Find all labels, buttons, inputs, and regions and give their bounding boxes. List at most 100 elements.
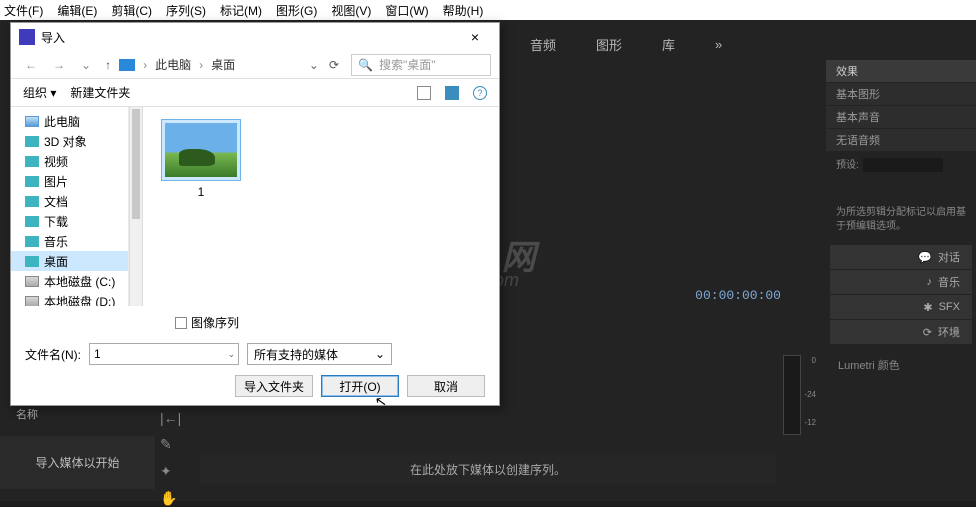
hand-icon[interactable]: ✋: [160, 490, 181, 507]
tree-item[interactable]: 下载: [11, 211, 128, 231]
music-icon: ♪: [927, 276, 933, 288]
tab-ess-sound[interactable]: 基本声音: [826, 106, 976, 128]
scroll-thumb[interactable]: [132, 109, 140, 219]
tree-item-label: 下载: [44, 213, 68, 230]
tab-more[interactable]: »: [715, 37, 722, 52]
open-button[interactable]: 打开(O): [321, 375, 399, 397]
tree-item-label: 3D 对象: [44, 133, 87, 150]
chevron-down-icon[interactable]: ⌄: [227, 349, 235, 360]
timeline-drop-hint[interactable]: 在此处放下媒体以创建序列。: [200, 455, 776, 484]
tool-icon[interactable]: ✦: [160, 463, 181, 480]
project-panel: 名称 导入媒体以开始: [0, 400, 155, 489]
search-input[interactable]: 🔍搜索"桌面": [351, 54, 491, 76]
sfx-icon: ✱: [923, 301, 932, 314]
tree-item[interactable]: 视频: [11, 151, 128, 171]
menu-file[interactable]: 文件(F): [4, 2, 43, 19]
timeline-tools: |←| ✎ ✦ ✋: [160, 410, 181, 507]
menu-help[interactable]: 帮助(H): [443, 2, 484, 19]
menubar[interactable]: 文件(F) 编辑(E) 剪辑(C) 序列(S) 标记(M) 图形(G) 视图(V…: [0, 0, 976, 20]
nav-fwd[interactable]: →: [47, 58, 71, 72]
checkbox-icon[interactable]: [175, 317, 187, 329]
folder-icon: [25, 196, 39, 207]
import-folder-button[interactable]: 导入文件夹: [235, 375, 313, 397]
tree-item-label: 文档: [44, 193, 68, 210]
tree-item[interactable]: 音乐: [11, 231, 128, 251]
tag-music[interactable]: ♪音乐: [830, 270, 972, 294]
menu-view[interactable]: 视图(V): [331, 2, 371, 19]
tab-audio[interactable]: 音频: [530, 35, 556, 54]
tree-item-label: 图片: [44, 173, 68, 190]
meter-tick: -24: [804, 390, 816, 399]
tab-ess-graphics[interactable]: 基本图形: [826, 83, 976, 105]
close-icon[interactable]: ×: [459, 29, 491, 45]
nav-up[interactable]: ↑: [101, 58, 115, 72]
tree-item-label: 桌面: [44, 253, 68, 270]
file-area[interactable]: 1: [143, 107, 499, 306]
view-icon[interactable]: [417, 86, 431, 100]
chevron-down-icon: ⌄: [375, 347, 385, 361]
dialog-nav: ← → ⌄ ↑ › 此电脑 › 桌面 ⌄ ⟳ 🔍搜索"桌面": [11, 51, 499, 79]
drive-icon: [25, 296, 39, 307]
crumb-desktop[interactable]: 桌面: [211, 56, 235, 73]
image-sequence-checkbox[interactable]: 图像序列: [175, 314, 485, 331]
refresh-icon[interactable]: ⟳: [329, 58, 339, 72]
tab-effects[interactable]: 效果: [826, 60, 976, 82]
folder-icon: [25, 216, 39, 227]
chevron-down-icon[interactable]: ⌄: [75, 58, 97, 72]
tree-scrollbar[interactable]: [129, 107, 143, 306]
timecode[interactable]: 00:00:00:00: [695, 288, 781, 303]
tab-graphics[interactable]: 图形: [596, 35, 622, 54]
dialog-toolbar: 组织 ▾ 新建文件夹 ?: [11, 79, 499, 107]
file-label: 1: [155, 185, 247, 199]
insert-icon[interactable]: |←|: [160, 410, 181, 426]
filetype-filter[interactable]: 所有支持的媒体⌄: [247, 343, 392, 365]
lumetri-label[interactable]: Lumetri 颜色: [826, 345, 976, 385]
menu-clip[interactable]: 剪辑(C): [111, 2, 152, 19]
tree-item[interactable]: 3D 对象: [11, 131, 128, 151]
folder-icon: [25, 176, 39, 187]
tree-item[interactable]: 本地磁盘 (D:): [11, 291, 128, 306]
app-icon: [19, 29, 35, 45]
chevron-down-icon[interactable]: ⌄: [309, 58, 319, 72]
panel-message: 为所选剪辑分配标记以启用基于预编辑选项。: [826, 176, 976, 244]
crumb-sep: ›: [143, 58, 147, 72]
tree-item[interactable]: 图片: [11, 171, 128, 191]
folder-tree[interactable]: 此电脑3D 对象视频图片文档下载音乐桌面本地磁盘 (C:)本地磁盘 (D:)本地…: [11, 107, 129, 306]
crumb-sep: ›: [199, 58, 203, 72]
menu-window[interactable]: 窗口(W): [385, 2, 428, 19]
import-drop-hint[interactable]: 导入媒体以开始: [0, 436, 155, 489]
nav-back[interactable]: ←: [19, 58, 43, 72]
ambient-icon: ⟳: [923, 326, 932, 339]
menu-edit[interactable]: 编辑(E): [57, 2, 97, 19]
crumb-pc[interactable]: 此电脑: [155, 56, 191, 73]
tree-item-label: 本地磁盘 (C:): [44, 273, 115, 290]
tag-ambient[interactable]: ⟳环境: [830, 320, 972, 344]
menu-graphics[interactable]: 图形(G): [276, 2, 317, 19]
right-panel: 效果 基本图形 基本声音 无语音频 预设: 为所选剪辑分配标记以启用基于预编辑选…: [826, 60, 976, 385]
tree-item[interactable]: 文档: [11, 191, 128, 211]
filename-input[interactable]: 1⌄: [89, 343, 239, 365]
menu-seq[interactable]: 序列(S): [166, 2, 206, 19]
new-folder-button[interactable]: 新建文件夹: [70, 84, 130, 101]
tree-item[interactable]: 此电脑: [11, 111, 128, 131]
cancel-button[interactable]: 取消: [407, 375, 485, 397]
preset-input[interactable]: [863, 158, 943, 172]
view-mode-icon[interactable]: [445, 86, 459, 100]
tag-sfx[interactable]: ✱SFX: [830, 295, 972, 319]
organize-menu[interactable]: 组织 ▾: [23, 84, 56, 101]
tab-library[interactable]: 库: [662, 35, 675, 54]
folder-icon: [119, 59, 135, 71]
tab-no-audio[interactable]: 无语音频: [826, 129, 976, 151]
dialog-title: 导入: [41, 29, 65, 46]
menu-mark[interactable]: 标记(M): [220, 2, 262, 19]
help-icon[interactable]: ?: [473, 86, 487, 100]
preset-row: 预设:: [826, 152, 976, 176]
file-thumbnail[interactable]: 1: [155, 119, 247, 199]
tag-dialogue[interactable]: 💬对话: [830, 245, 972, 269]
brush-icon[interactable]: ✎: [160, 436, 181, 453]
folder-icon: [25, 236, 39, 247]
dialog-titlebar[interactable]: 导入 ×: [11, 23, 499, 51]
audio-meter: 0 -24 -12: [783, 355, 801, 435]
tree-item[interactable]: 桌面: [11, 251, 128, 271]
tree-item[interactable]: 本地磁盘 (C:): [11, 271, 128, 291]
